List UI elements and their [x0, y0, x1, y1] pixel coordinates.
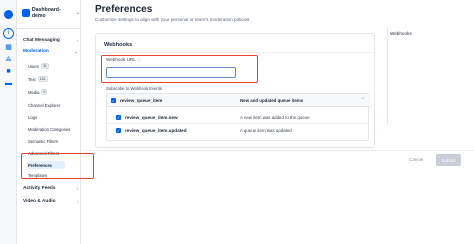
card-icon[interactable]: ▬ — [5, 80, 12, 87]
highlight-webhook-url — [101, 55, 258, 83]
logo-icon — [4, 10, 13, 19]
sidebar-item-video-audio[interactable]: Video & Audio › — [23, 199, 78, 204]
count-badge: 31 — [40, 63, 49, 69]
page-title: Preferences — [95, 4, 153, 15]
chevron-right-icon: › — [76, 199, 79, 204]
webhooks-title: Webhooks — [104, 42, 133, 48]
icon-rail: i ▦ ⟁ ■ ▬ — [0, 0, 17, 244]
sidebar-item-users[interactable]: Users 31 — [28, 63, 49, 69]
chevron-down-icon: ⌄ — [74, 49, 78, 54]
divider — [82, 150, 474, 151]
sidebar-item-channel-explorer[interactable]: Channel Explorer — [28, 103, 60, 108]
divider — [17, 28, 81, 29]
submit-button[interactable]: Submit — [436, 154, 461, 166]
sidebar-item-text[interactable]: Text 161 — [28, 76, 48, 82]
sidebar-item-semantic-filters[interactable]: Semantic Filters — [28, 139, 58, 144]
event-desc: A new item was added to the queue — [240, 114, 310, 120]
chevron-down-icon: ⌄ — [75, 10, 80, 16]
event-row[interactable]: ✓ review_queue_item.updated A queue item… — [107, 124, 370, 137]
chevron-right-icon: › — [76, 186, 79, 191]
event-desc: A queue item was updated — [240, 128, 292, 133]
lock-icon[interactable]: ■ — [5, 68, 12, 75]
sidebar-item-moderation[interactable]: Moderation ⌄ — [23, 49, 78, 55]
sidebar-item-activity-feeds[interactable]: Activity Feeds › — [23, 186, 78, 191]
checkbox-checked-icon[interactable]: ✓ — [116, 114, 121, 120]
event-name: review_queue_item.new — [125, 114, 178, 120]
cancel-button[interactable]: Cancel — [409, 157, 423, 162]
event-group-name: review_queue_item — [120, 97, 163, 103]
page-subtitle: Customize settings to align with your pe… — [95, 17, 251, 22]
checkbox-checked-icon[interactable]: ✓ — [111, 97, 116, 103]
app-selector[interactable]: Dashboard-demo ⌄ — [22, 7, 80, 19]
sidebar-item-logs[interactable]: Logs — [28, 115, 37, 120]
count-badge: 0 — [41, 89, 48, 95]
count-badge: 161 — [37, 76, 48, 82]
main-content: Preferences Customize settings to align … — [82, 0, 474, 244]
event-name: review_queue_item.updated — [125, 128, 187, 133]
webhook-events-table: ✓ review_queue_item New and updated queu… — [106, 93, 370, 141]
app-name: Dashboard-demo — [31, 7, 61, 19]
right-nav-line — [387, 28, 388, 124]
info-icon[interactable]: i — [3, 28, 14, 39]
sidebar-item-media[interactable]: Media 0 — [28, 89, 48, 95]
right-nav-webhooks[interactable]: Webhooks — [390, 31, 412, 36]
chevron-right-icon: › — [76, 38, 79, 43]
webhooks-card: Webhooks Webhook URL ⓘ Subscribe to Webh… — [95, 33, 376, 148]
sidebar-item-moderation-categories[interactable]: Moderation Categories — [28, 127, 70, 132]
network-icon[interactable]: ⟁ — [5, 56, 12, 63]
event-row[interactable]: ✓ review_queue_item.new A new item was a… — [107, 111, 370, 124]
app-icon — [22, 9, 30, 17]
event-group-desc: New and updated queue items — [240, 97, 304, 103]
subscribe-label: Subscribe to Webhook Events — [106, 86, 163, 91]
checkbox-checked-icon[interactable]: ✓ — [116, 128, 121, 133]
grid-icon[interactable]: ▦ — [5, 44, 12, 51]
chevron-up-icon[interactable]: ⌃ — [361, 97, 365, 103]
divider — [96, 52, 376, 53]
sidebar-item-chat-messaging[interactable]: Chat Messaging › — [23, 38, 78, 43]
sidebar: Dashboard-demo ⌄ Chat Messaging › Modera… — [17, 0, 81, 244]
event-group-row[interactable]: ✓ review_queue_item New and updated queu… — [107, 94, 370, 107]
